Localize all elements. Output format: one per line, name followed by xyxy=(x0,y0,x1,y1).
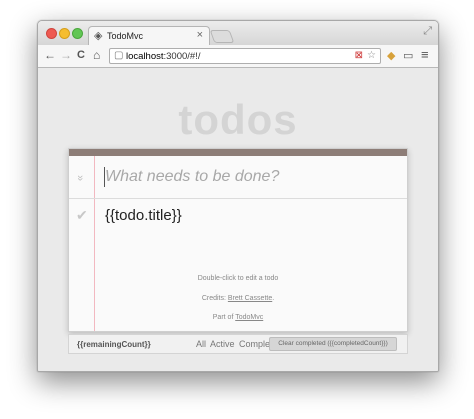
page-icon: ▢ xyxy=(114,50,124,61)
todo-footer: {{remainingCount}} All Active Completed … xyxy=(68,334,408,354)
cast-icon[interactable]: ▭ xyxy=(403,49,413,62)
url-host: localhost xyxy=(126,51,164,62)
new-todo-input[interactable] xyxy=(105,166,385,188)
new-tab-button[interactable] xyxy=(209,30,235,43)
todo-app: » ✔ {{todo.title}} Double-click to edit … xyxy=(68,148,408,332)
forward-button[interactable]: → xyxy=(60,48,72,62)
browser-toolbar: ← → C ⌂ ▢ localhost:3000/#!/ ⊠ ☆ ◆ ▭ ≡ xyxy=(38,45,438,68)
todomvc-link[interactable]: TodoMvc xyxy=(235,314,263,321)
extension-icon[interactable]: ◆ xyxy=(387,49,395,62)
blocked-icon[interactable]: ⊠ xyxy=(355,50,363,61)
info-credits: Credits: Brett Cassette. xyxy=(69,295,407,302)
margin-line xyxy=(94,156,95,331)
credits-link[interactable]: Brett Cassette xyxy=(228,295,272,302)
toggle-all-icon[interactable]: » xyxy=(74,175,86,181)
menu-icon[interactable]: ≡ xyxy=(421,47,429,62)
app-header-bar xyxy=(69,149,407,156)
credits-prefix: Credits: xyxy=(201,295,228,302)
filter-all[interactable]: All xyxy=(196,339,206,349)
url-text: localhost:3000/#!/ xyxy=(126,51,200,62)
zoom-window-button[interactable] xyxy=(72,28,83,39)
clear-completed-button[interactable]: Clear completed ({{completedCount}}) xyxy=(269,337,397,351)
todo-checkbox[interactable]: ✔ xyxy=(76,207,88,224)
fullscreen-icon[interactable]: ⤢ xyxy=(423,25,432,38)
page-content: todos » ✔ {{todo.title}} Double-click to… xyxy=(38,68,438,371)
url-path: :3000/#!/ xyxy=(163,51,201,62)
browser-tab[interactable]: ◈ TodoMvc × xyxy=(88,26,210,46)
tab-close-icon[interactable]: × xyxy=(197,29,203,41)
remaining-count: {{remainingCount}} xyxy=(77,340,151,349)
info-edit-hint: Double-click to edit a todo xyxy=(197,275,279,282)
angular-icon: ◈ xyxy=(94,30,103,42)
close-window-button[interactable] xyxy=(46,28,57,39)
home-button[interactable]: ⌂ xyxy=(93,48,100,62)
app-title: todos xyxy=(178,96,298,143)
minimize-window-button[interactable] xyxy=(59,28,70,39)
todo-title[interactable]: {{todo.title}} xyxy=(105,207,182,224)
star-icon[interactable]: ☆ xyxy=(367,50,376,61)
info-part-of: Part of TodoMvc xyxy=(69,314,407,321)
browser-window: ◈ TodoMvc × ⤢ ← → C ⌂ ▢ localhost:3000/#… xyxy=(37,20,439,372)
part-of-prefix: Part of xyxy=(212,314,236,321)
back-button[interactable]: ← xyxy=(44,48,56,62)
title-bar: ◈ TodoMvc × ⤢ xyxy=(38,21,438,46)
credits-suffix: . xyxy=(272,295,275,302)
reload-button[interactable]: C xyxy=(77,49,85,61)
tab-title: TodoMvc xyxy=(107,31,144,41)
address-bar[interactable]: ▢ localhost:3000/#!/ ⊠ ☆ xyxy=(109,48,381,64)
filter-active[interactable]: Active xyxy=(210,339,235,349)
divider xyxy=(69,198,407,199)
